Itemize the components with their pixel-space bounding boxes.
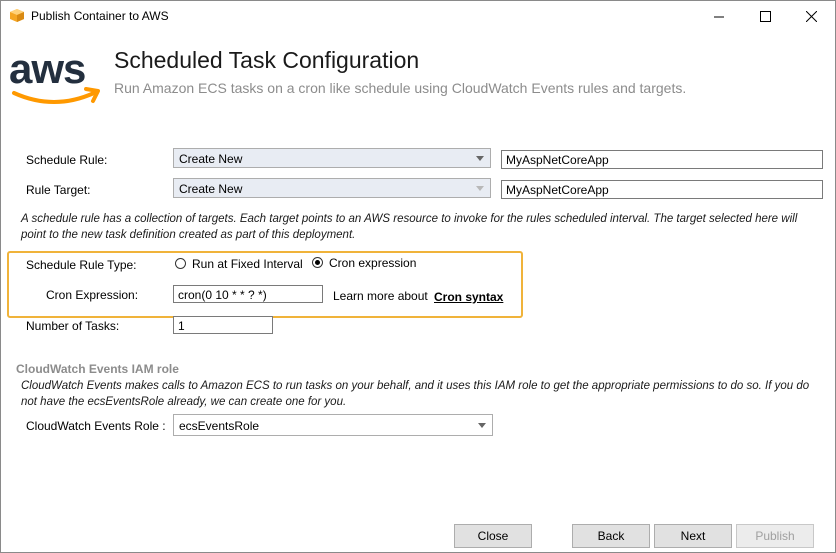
- cron-expression-input[interactable]: cron(0 10 * * ? *): [173, 285, 323, 303]
- wizard-header: aws Scheduled Task Configuration Run Ama…: [1, 31, 835, 121]
- radio-cron-expression[interactable]: [312, 257, 323, 268]
- radio-selected-dot: [315, 260, 320, 265]
- close-window-button[interactable]: [788, 1, 834, 31]
- schedule-rule-name-input[interactable]: MyAspNetCoreApp: [501, 150, 823, 169]
- rule-target-name-input[interactable]: MyAspNetCoreApp: [501, 180, 823, 199]
- rule-description-line-1: A schedule rule has a collection of targ…: [21, 213, 798, 225]
- cron-syntax-link[interactable]: Cron syntax: [434, 290, 503, 304]
- rule-target-name-value: MyAspNetCoreApp: [506, 183, 609, 197]
- schedule-rule-name-value: MyAspNetCoreApp: [506, 153, 609, 167]
- chevron-down-icon: [478, 423, 486, 428]
- schedule-rule-dropdown[interactable]: Create New: [173, 148, 491, 168]
- aws-logo-text: aws: [9, 47, 85, 92]
- iam-description-line-1: CloudWatch Events makes calls to Amazon …: [21, 380, 810, 392]
- minimize-button[interactable]: [696, 1, 742, 31]
- aws-logo: aws: [9, 47, 100, 104]
- close-button[interactable]: Close: [454, 524, 532, 548]
- next-button[interactable]: Next: [654, 524, 732, 548]
- maximize-button[interactable]: [742, 1, 788, 31]
- close-icon: [805, 10, 817, 22]
- rule-description-line-2: point to the new task definition created…: [21, 229, 356, 241]
- window-title: Publish Container to AWS: [31, 9, 169, 23]
- cloudwatch-role-selected: ecsEventsRole: [179, 419, 260, 433]
- chevron-down-icon: [476, 186, 484, 191]
- iam-description-line-2: not have the ecsEventsRole already, we c…: [21, 396, 347, 408]
- learn-more-text: Learn more about: [333, 289, 428, 303]
- radio-fixed-interval-label[interactable]: Run at Fixed Interval: [192, 257, 303, 271]
- radio-cron-expression-label[interactable]: Cron expression: [329, 256, 416, 270]
- minimize-icon: [713, 16, 724, 17]
- number-of-tasks-label: Number of Tasks:: [26, 319, 120, 333]
- chevron-down-icon: [476, 156, 484, 161]
- schedule-rule-selected: Create New: [179, 152, 243, 166]
- number-of-tasks-input[interactable]: 1: [173, 316, 273, 334]
- rule-target-selected: Create New: [179, 182, 243, 196]
- schedule-rule-label: Schedule Rule:: [26, 153, 108, 167]
- title-bar[interactable]: Publish Container to AWS: [1, 1, 835, 31]
- page-subtitle: Run Amazon ECS tasks on a cron like sche…: [114, 80, 687, 96]
- cloudwatch-role-label: CloudWatch Events Role :: [26, 419, 166, 433]
- back-button[interactable]: Back: [572, 524, 650, 548]
- aws-box-icon: [10, 9, 24, 22]
- maximize-icon: [759, 10, 771, 22]
- publish-button[interactable]: Publish: [736, 524, 814, 548]
- number-of-tasks-value: 1: [178, 319, 185, 333]
- publish-dialog: Publish Container to AWS aws Scheduled T…: [0, 0, 836, 553]
- cron-expression-label: Cron Expression:: [46, 288, 139, 302]
- page-title: Scheduled Task Configuration: [114, 47, 420, 73]
- cloudwatch-role-dropdown[interactable]: ecsEventsRole: [173, 414, 493, 436]
- radio-fixed-interval[interactable]: [175, 258, 186, 269]
- iam-section-heading: CloudWatch Events IAM role: [16, 362, 179, 376]
- rule-target-label: Rule Target:: [26, 183, 91, 197]
- schedule-rule-type-label: Schedule Rule Type:: [26, 258, 137, 272]
- cron-expression-value: cron(0 10 * * ? *): [178, 288, 267, 302]
- rule-target-dropdown[interactable]: Create New: [173, 178, 491, 198]
